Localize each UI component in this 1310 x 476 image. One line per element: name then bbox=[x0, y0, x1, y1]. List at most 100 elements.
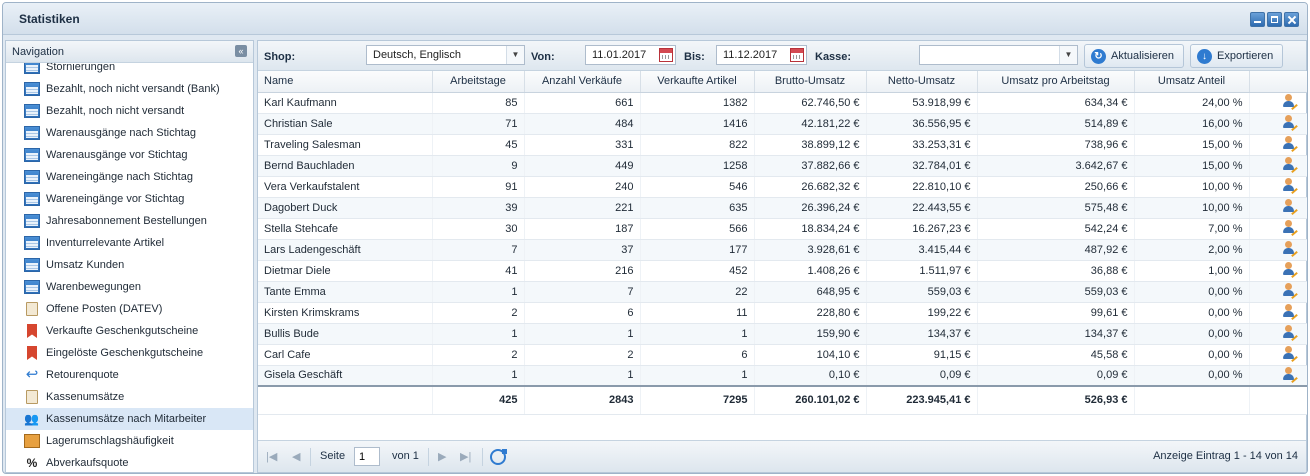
next-page-icon[interactable]: ▶ bbox=[438, 450, 446, 463]
table-cell: 661 bbox=[524, 92, 641, 114]
nav-item[interactable]: Offene Posten (DATEV) bbox=[6, 298, 253, 320]
edit-user-icon[interactable] bbox=[1282, 94, 1298, 111]
page-number-input[interactable] bbox=[354, 447, 380, 466]
nav-item[interactable]: ↩ Retourenquote bbox=[6, 364, 253, 386]
calendar-icon[interactable] bbox=[790, 48, 804, 62]
table-cell: Karl Kaufmann bbox=[258, 92, 433, 114]
nav-item[interactable]: Verkaufte Geschenkgutscheine bbox=[6, 320, 253, 342]
nav-item[interactable]: Kassenumsätze bbox=[6, 386, 253, 408]
column-header[interactable]: Umsatz pro Arbeitstag bbox=[977, 71, 1135, 93]
nav-item[interactable]: 👥 Kassenumsätze nach Mitarbeiter bbox=[6, 408, 253, 430]
maximize-icon[interactable] bbox=[1267, 12, 1282, 27]
nav-item[interactable]: % Abverkaufsquote bbox=[6, 452, 253, 472]
table-row[interactable]: Stella Stehcafe 30 187 566 18.834,24 €16.267… bbox=[258, 218, 1307, 240]
edit-user-icon[interactable] bbox=[1282, 304, 1298, 321]
table-row[interactable]: Carl Cafe 2 2 6 104,10 €91,15 €45,58 €0,00 % bbox=[258, 344, 1307, 366]
refresh-button[interactable]: ↻ Aktualisieren bbox=[1084, 44, 1184, 68]
reload-icon[interactable] bbox=[490, 449, 507, 465]
table-cell: 484 bbox=[524, 113, 641, 135]
edit-user-icon[interactable] bbox=[1282, 220, 1298, 237]
nav-item[interactable]: Eingelöste Geschenkgutscheine bbox=[6, 342, 253, 364]
column-header[interactable]: Netto-Umsatz bbox=[866, 71, 978, 93]
von-date-field[interactable]: 11.01.2017 bbox=[585, 45, 676, 65]
edit-user-icon[interactable] bbox=[1282, 262, 1298, 279]
table-cell: 91 bbox=[432, 176, 525, 198]
last-page-icon[interactable]: ▶| bbox=[460, 450, 471, 463]
minimize-icon[interactable] bbox=[1250, 12, 1265, 27]
page-label: Seite bbox=[320, 450, 346, 462]
total-cell: 7295 bbox=[640, 385, 755, 415]
bis-date-field[interactable]: 11.12.2017 bbox=[716, 45, 807, 65]
nav-item[interactable]: Warenbewegungen bbox=[6, 276, 253, 298]
nav-item[interactable]: Wareneingänge vor Stichtag bbox=[6, 188, 253, 210]
calendar-icon[interactable] bbox=[659, 48, 673, 62]
von-date-value: 11.01.2017 bbox=[592, 49, 647, 61]
edit-user-icon[interactable] bbox=[1282, 136, 1298, 153]
table-row[interactable]: Traveling Salesman 45 331 822 38.899,12 €33.… bbox=[258, 134, 1307, 156]
table-cell: Tante Emma bbox=[258, 281, 433, 303]
table-row[interactable]: Dagobert Duck 39 221 635 26.396,24 €22.443,5… bbox=[258, 197, 1307, 219]
nav-item[interactable]: Bezahlt, noch nicht versandt bbox=[6, 100, 253, 122]
column-header[interactable]: Verkaufte Artikel bbox=[640, 71, 755, 93]
nav-item-label: Kassenumsätze nach Mitarbeiter bbox=[46, 413, 207, 425]
table-cell: 1.408,26 € bbox=[754, 260, 867, 282]
column-header[interactable]: Brutto-Umsatz bbox=[754, 71, 867, 93]
nav-item[interactable]: Wareneingänge nach Stichtag bbox=[6, 166, 253, 188]
filter-toolbar: Shop: Deutsch, Englisch ▼ Von: 11.01.201… bbox=[258, 41, 1306, 71]
table-cell: 0,10 € bbox=[754, 365, 867, 387]
collapse-icon[interactable]: « bbox=[235, 45, 247, 57]
nav-item[interactable]: Jahresabonnement Bestellungen bbox=[6, 210, 253, 232]
edit-user-icon[interactable] bbox=[1282, 366, 1298, 383]
close-icon[interactable] bbox=[1284, 12, 1299, 27]
edit-user-icon[interactable] bbox=[1282, 241, 1298, 258]
nav-item-label: Warenausgänge vor Stichtag bbox=[46, 149, 188, 161]
edit-user-icon[interactable] bbox=[1282, 178, 1298, 195]
column-header[interactable]: Name bbox=[258, 71, 433, 93]
edit-user-icon[interactable] bbox=[1282, 325, 1298, 342]
shop-select[interactable]: Deutsch, Englisch ▼ bbox=[366, 45, 525, 65]
table-cell: 159,90 € bbox=[754, 323, 867, 345]
table-cell: 10,00 % bbox=[1134, 176, 1250, 198]
chevron-down-icon[interactable]: ▼ bbox=[506, 46, 524, 64]
edit-user-icon[interactable] bbox=[1282, 346, 1298, 363]
table-cell: 566 bbox=[640, 218, 755, 240]
table-row[interactable]: Kirsten Krimskrams 2 6 11 228,80 €199,22 €99… bbox=[258, 302, 1307, 324]
table-row[interactable]: Bullis Bude 1 1 1 159,90 €134,37 €134,37 €0,… bbox=[258, 323, 1307, 345]
nav-item[interactable]: Warenausgänge nach Stichtag bbox=[6, 122, 253, 144]
previous-page-icon[interactable]: ◀ bbox=[292, 450, 300, 463]
document-icon bbox=[26, 302, 38, 316]
chevron-down-icon[interactable]: ▼ bbox=[1059, 46, 1077, 64]
nav-item[interactable]: Inventurrelevante Artikel bbox=[6, 232, 253, 254]
first-page-icon[interactable]: |◀ bbox=[266, 450, 277, 463]
table-row[interactable]: Karl Kaufmann 85 661 1382 62.746,50 €53.918,… bbox=[258, 92, 1307, 114]
table-cell: 0,09 € bbox=[977, 365, 1135, 387]
page-count-label: von 1 bbox=[392, 450, 419, 462]
table-row[interactable]: Dietmar Diele 41 216 452 1.408,26 €1.511,97 … bbox=[258, 260, 1307, 282]
nav-item[interactable]: Umsatz Kunden bbox=[6, 254, 253, 276]
table-cell: 0,00 % bbox=[1134, 365, 1250, 387]
table-row[interactable]: Lars Ladengeschäft 7 37 177 3.928,61 €3.415,… bbox=[258, 239, 1307, 261]
table-row[interactable]: Christian Sale 71 484 1416 42.181,22 €36.556… bbox=[258, 113, 1307, 135]
nav-item[interactable]: Lagerumschlagshäufigkeit bbox=[6, 430, 253, 452]
kasse-select[interactable]: ▼ bbox=[919, 45, 1078, 65]
edit-user-icon[interactable] bbox=[1282, 199, 1298, 216]
column-header[interactable]: Umsatz Anteil bbox=[1134, 71, 1250, 93]
table-cell: 85 bbox=[432, 92, 525, 114]
edit-user-icon[interactable] bbox=[1282, 157, 1298, 174]
table-row[interactable]: Vera Verkaufstalent 91 240 546 26.682,32 €22… bbox=[258, 176, 1307, 198]
table-row[interactable]: Bernd Bauchladen 9 449 1258 37.882,66 €32.78… bbox=[258, 155, 1307, 177]
column-header[interactable]: Arbeitstage bbox=[432, 71, 525, 93]
column-header[interactable] bbox=[1249, 71, 1307, 93]
table-cell: 22.443,55 € bbox=[866, 197, 978, 219]
table-cell: 104,10 € bbox=[754, 344, 867, 366]
table-row[interactable]: Gisela Geschäft 1 1 1 0,10 €0,09 €0,09 €0,00… bbox=[258, 365, 1307, 387]
nav-item[interactable]: Stornierungen bbox=[6, 63, 253, 78]
edit-user-icon[interactable] bbox=[1282, 283, 1298, 300]
nav-item[interactable]: Bezahlt, noch nicht versandt (Bank) bbox=[6, 78, 253, 100]
export-button[interactable]: ↓ Exportieren bbox=[1190, 44, 1284, 68]
table-cell: 546 bbox=[640, 176, 755, 198]
nav-item[interactable]: Warenausgänge vor Stichtag bbox=[6, 144, 253, 166]
column-header[interactable]: Anzahl Verkäufe bbox=[524, 71, 641, 93]
edit-user-icon[interactable] bbox=[1282, 115, 1298, 132]
table-row[interactable]: Tante Emma 1 7 22 648,95 €559,03 €559,03 €0,… bbox=[258, 281, 1307, 303]
